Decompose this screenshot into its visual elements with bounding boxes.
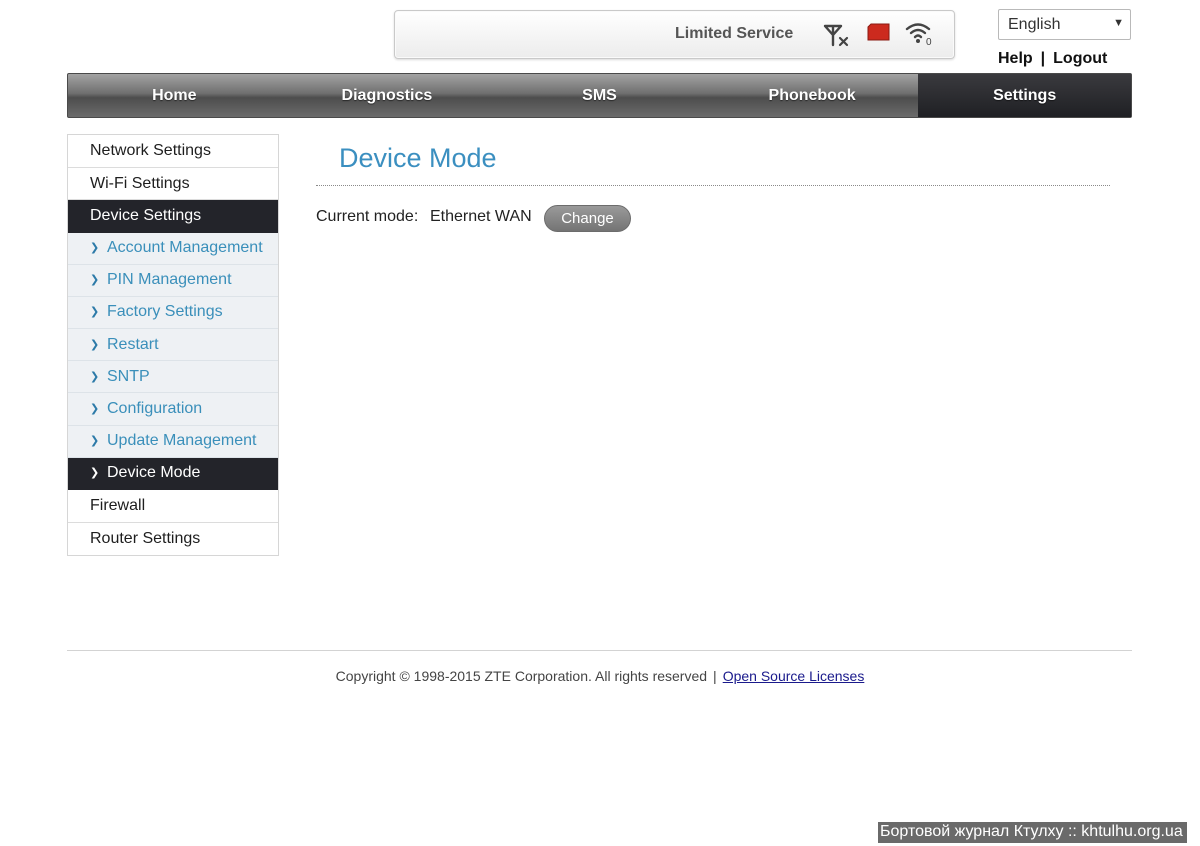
help-logout-links: Help | Logout <box>998 50 1107 68</box>
language-select[interactable]: English ▼ <box>998 9 1131 40</box>
link-separator: | <box>1040 50 1046 67</box>
chevron-right-icon: ❯ <box>90 403 100 416</box>
service-status-text: Limited Service <box>675 25 794 42</box>
sidebar-subitem-label: Factory Settings <box>107 303 223 321</box>
status-bar: Limited Service 0 <box>394 10 955 59</box>
chevron-right-icon: ❯ <box>90 274 100 287</box>
current-mode-label: Current mode: <box>316 208 419 225</box>
open-source-licenses-link[interactable]: Open Source Licenses <box>723 668 865 684</box>
page-title: Device Mode <box>339 143 497 173</box>
change-mode-button[interactable]: Change <box>544 205 631 232</box>
wifi-client-count: 0 <box>926 37 932 45</box>
sidebar-subitem-update-management[interactable]: ❯ Update Management <box>68 425 278 458</box>
sidebar-item-network-settings[interactable]: Network Settings <box>68 135 278 168</box>
nav-phonebook[interactable]: Phonebook <box>706 74 919 117</box>
language-value: English <box>1008 16 1061 33</box>
sidebar-subitem-label: PIN Management <box>107 271 232 289</box>
sidebar-item-device-settings[interactable]: Device Settings <box>68 200 278 233</box>
sidebar-subitem-label: Device Mode <box>107 464 201 482</box>
sidebar-subitem-label: Configuration <box>107 400 203 418</box>
help-link[interactable]: Help <box>998 50 1033 67</box>
sidebar-subitem-label: Update Management <box>107 432 257 450</box>
settings-sidebar: Network Settings Wi-Fi Settings Device S… <box>67 134 279 556</box>
sidebar-subitem-device-mode[interactable]: ❯ Device Mode <box>68 457 278 490</box>
nav-home[interactable]: Home <box>68 74 281 117</box>
dropdown-arrow-icon: ▼ <box>1113 17 1124 29</box>
nav-sms[interactable]: SMS <box>493 74 706 117</box>
current-mode-value: Ethernet WAN <box>430 208 532 225</box>
wifi-icon: 0 <box>905 21 935 48</box>
main-navigation: Home Diagnostics SMS Phonebook Settings <box>67 73 1132 118</box>
footer-divider <box>67 650 1132 651</box>
nav-settings[interactable]: Settings <box>918 74 1131 117</box>
chevron-right-icon: ❯ <box>90 435 100 448</box>
chevron-right-icon: ❯ <box>90 242 100 255</box>
footer-separator: | <box>713 668 717 684</box>
sidebar-item-router-settings[interactable]: Router Settings <box>68 523 278 556</box>
chevron-right-icon: ❯ <box>90 306 100 319</box>
sidebar-subitem-configuration[interactable]: ❯ Configuration <box>68 393 278 426</box>
sidebar-item-firewall[interactable]: Firewall <box>68 490 278 523</box>
chevron-right-icon: ❯ <box>90 338 100 351</box>
sidebar-subitem-label: Account Management <box>107 239 263 257</box>
copyright-text: Copyright © 1998-2015 ZTE Corporation. A… <box>335 668 708 684</box>
title-divider <box>316 185 1110 186</box>
sim-card-icon <box>867 23 891 41</box>
nav-diagnostics[interactable]: Diagnostics <box>281 74 494 117</box>
chevron-right-icon: ❯ <box>90 370 100 383</box>
watermark: Бортовой журнал Ктулху :: khtulhu.org.ua <box>878 822 1187 843</box>
logout-link[interactable]: Logout <box>1053 50 1107 67</box>
sidebar-subitem-label: SNTP <box>107 367 150 385</box>
sidebar-subitem-account-management[interactable]: ❯ Account Management <box>68 232 278 265</box>
sidebar-subitem-pin-management[interactable]: ❯ PIN Management <box>68 264 278 297</box>
chevron-right-icon: ❯ <box>90 467 100 480</box>
sidebar-subitem-factory-settings[interactable]: ❯ Factory Settings <box>68 296 278 330</box>
sidebar-subitem-restart[interactable]: ❯ Restart <box>68 329 278 362</box>
sidebar-subitem-label: Restart <box>107 335 159 353</box>
sidebar-subitem-sntp[interactable]: ❯ SNTP <box>68 361 278 394</box>
footer: Copyright © 1998-2015 ZTE Corporation. A… <box>0 668 1200 684</box>
sidebar-item-wifi-settings[interactable]: Wi-Fi Settings <box>68 168 278 200</box>
no-signal-icon <box>823 23 851 47</box>
